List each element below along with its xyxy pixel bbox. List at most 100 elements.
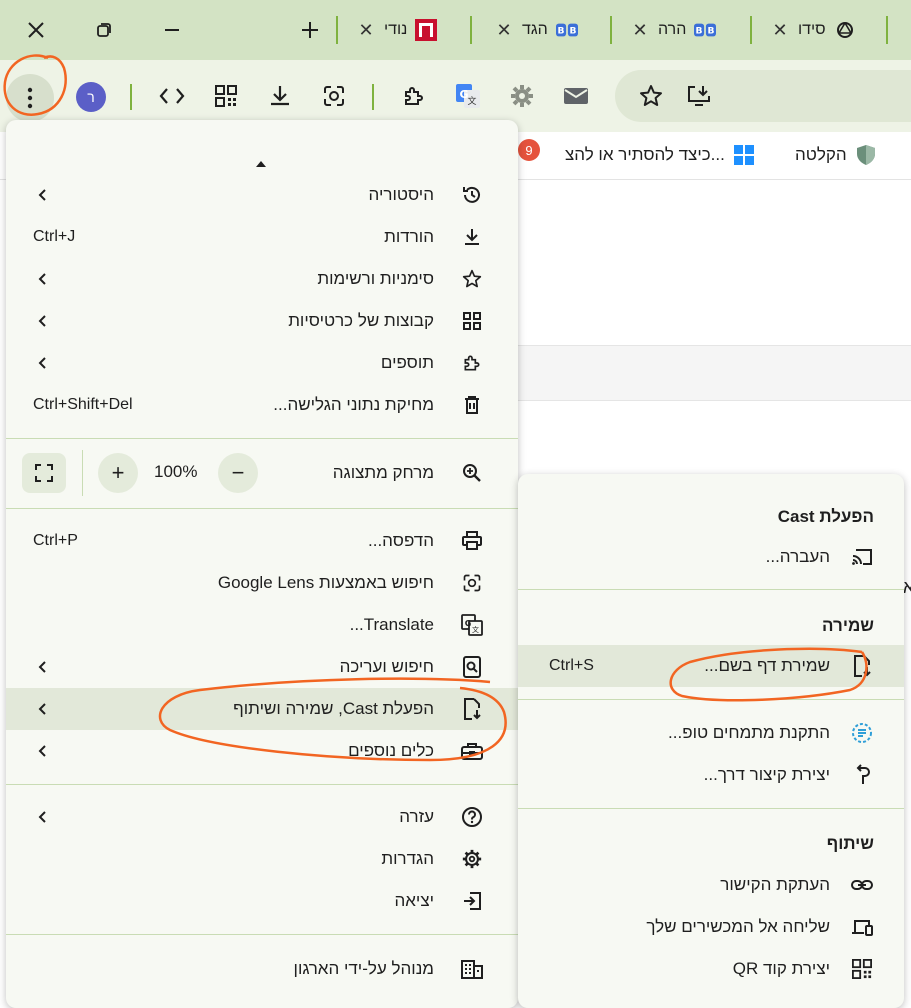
star-icon (460, 267, 484, 291)
menu-divider (6, 438, 518, 439)
menu-item-label: הורדות (384, 227, 434, 246)
menu-item-google-lens[interactable]: חיפוש באמצעות Google Lens (6, 562, 518, 604)
chrome-menu-button[interactable] (6, 74, 54, 122)
zoom-value: 100% (154, 462, 198, 481)
menu-item-bookmarks[interactable]: סימניות ורשימות (6, 258, 518, 300)
svg-text:文: 文 (472, 625, 479, 634)
extensions-button[interactable] (396, 78, 432, 114)
menu-item-print[interactable]: הדפסה... Ctrl+P (6, 520, 518, 562)
tab-strip: ✕ נודי ✕ הגד BB ✕ הרה BB ✕ סידו (0, 0, 911, 60)
tab-separator (470, 16, 472, 44)
new-tab-button[interactable] (290, 10, 330, 50)
window-restore-button[interactable] (84, 10, 124, 50)
settings-extension-button[interactable] (504, 78, 540, 114)
window-minimize-button[interactable] (152, 10, 192, 50)
download-icon (271, 86, 289, 106)
zoom-row: + 100% − מרחק מתצוגה (6, 450, 518, 496)
menu-item-label: כלים נוספים (348, 741, 434, 760)
tab-separator (750, 16, 752, 44)
chevron-left-icon (38, 185, 54, 205)
menu-item-create-qr-code[interactable]: יצירת קוד QR (518, 948, 904, 990)
menu-item-save-page-as[interactable]: שמירת דף בשם... Ctrl+S (518, 645, 904, 687)
tab-3[interactable]: ✕ הגד BB (494, 12, 578, 48)
scroll-up-arrow-icon[interactable] (256, 154, 266, 172)
menu-item-find-and-edit[interactable]: חיפוש ועריכה (6, 646, 518, 688)
submenu-divider (518, 699, 904, 700)
tab-1[interactable]: ✕ סידו (770, 12, 856, 48)
menu-item-history[interactable]: היסטוריה (6, 174, 518, 216)
bookmark-item[interactable]: הקלטה (795, 140, 877, 170)
menu-item-cast-save-share[interactable]: הפעלת Cast, שמירה ושיתוף (6, 688, 518, 730)
menu-divider (6, 934, 518, 935)
plus-icon (302, 22, 318, 38)
tab-2[interactable]: ✕ הרה BB (630, 12, 717, 48)
menu-item-install-fonts[interactable]: התקנת מתמחים טופ... (518, 712, 904, 754)
tab-close-icon[interactable]: ✕ (356, 20, 376, 41)
menu-item-exit[interactable]: יציאה (6, 880, 518, 922)
tab-separator (886, 16, 888, 44)
install-desktop-icon (688, 86, 710, 106)
menu-item-label: הפעלת Cast, שמירה ושיתוף (233, 699, 434, 718)
puzzle-icon (405, 87, 423, 105)
menu-item-label: מחיקת נתוני הגלישה... (273, 395, 434, 414)
menu-item-copy-link[interactable]: העתקת הקישור (518, 864, 904, 906)
window-close-button[interactable] (16, 10, 56, 50)
zoom-in-button[interactable]: + (98, 453, 138, 493)
google-translate-icon: G文 (456, 84, 480, 108)
menu-item-managed-by-org[interactable]: מנוהל על-ידי הארגון (6, 948, 518, 990)
fullscreen-button[interactable] (22, 453, 66, 493)
google-lens-icon (324, 86, 344, 106)
menu-item-settings[interactable]: הגדרות (6, 838, 518, 880)
toolbar-separator (130, 84, 132, 110)
tab-groups-icon (460, 309, 484, 333)
mail-button[interactable] (558, 78, 594, 114)
omnibox[interactable] (615, 70, 911, 122)
svg-text:B: B (557, 26, 564, 37)
qr-code-icon (215, 85, 237, 107)
menu-item-shortcut: Ctrl+Shift+Del (33, 396, 133, 413)
svg-text:B: B (569, 26, 576, 37)
menu-item-label: Translate... (349, 615, 434, 634)
menu-item-help[interactable]: עזרה (6, 796, 518, 838)
tab-4[interactable]: ✕ נודי (356, 12, 438, 48)
install-app-button[interactable] (681, 78, 717, 114)
menu-item-cast[interactable]: העברה... (518, 536, 904, 578)
cast-section-header: הפעלת Cast (777, 507, 874, 526)
svg-text:文: 文 (467, 95, 476, 107)
lens-button[interactable] (316, 78, 352, 114)
bookmark-star-button[interactable] (633, 78, 669, 114)
menu-item-label: יצירת קוד QR (732, 959, 830, 978)
menu-item-translate[interactable]: G文 Translate... (6, 604, 518, 646)
qr-button[interactable] (208, 78, 244, 114)
chevron-left-icon (38, 353, 54, 373)
code-button[interactable] (154, 78, 190, 114)
bookmark-item[interactable]: כיצד להסתיר או להצ... (565, 140, 755, 170)
tab-close-icon[interactable]: ✕ (630, 20, 650, 41)
menu-item-create-shortcut[interactable]: יצירת קיצור דרך... (518, 754, 904, 796)
save-page-icon (460, 697, 484, 721)
bb-icon: BB (694, 21, 717, 39)
toolbar-separator (372, 84, 374, 110)
notification-badge: 9 (518, 139, 540, 161)
svg-text:B: B (696, 26, 703, 37)
menu-item-label: סימניות ורשימות (317, 269, 434, 288)
tab-close-icon[interactable]: ✕ (770, 20, 790, 41)
menu-item-extensions[interactable]: תוספים (6, 342, 518, 384)
zoom-separator (82, 450, 83, 496)
profile-avatar[interactable]: ר (76, 82, 106, 112)
menu-item-more-tools[interactable]: כלים נוספים (6, 730, 518, 772)
google-lens-icon (460, 571, 484, 595)
tab-close-icon[interactable]: ✕ (494, 20, 514, 41)
menu-item-send-to-devices[interactable]: שליחה אל המכשירים שלך (518, 906, 904, 948)
menu-item-label: קבוצות של כרטיסיות (288, 311, 434, 330)
downloads-button[interactable] (262, 78, 298, 114)
chevron-left-icon (38, 807, 54, 827)
google-translate-button[interactable]: G文 (450, 78, 486, 114)
zoom-out-button[interactable]: − (218, 453, 258, 493)
tab-separator (336, 16, 338, 44)
menu-item-tab-groups[interactable]: קבוצות של כרטיסיות (6, 300, 518, 342)
shield-icon (856, 145, 875, 165)
close-icon (28, 22, 44, 38)
menu-item-downloads[interactable]: הורדות Ctrl+J (6, 216, 518, 258)
menu-item-clear-browsing-data[interactable]: מחיקת נתוני הגלישה... Ctrl+Shift+Del (6, 384, 518, 426)
